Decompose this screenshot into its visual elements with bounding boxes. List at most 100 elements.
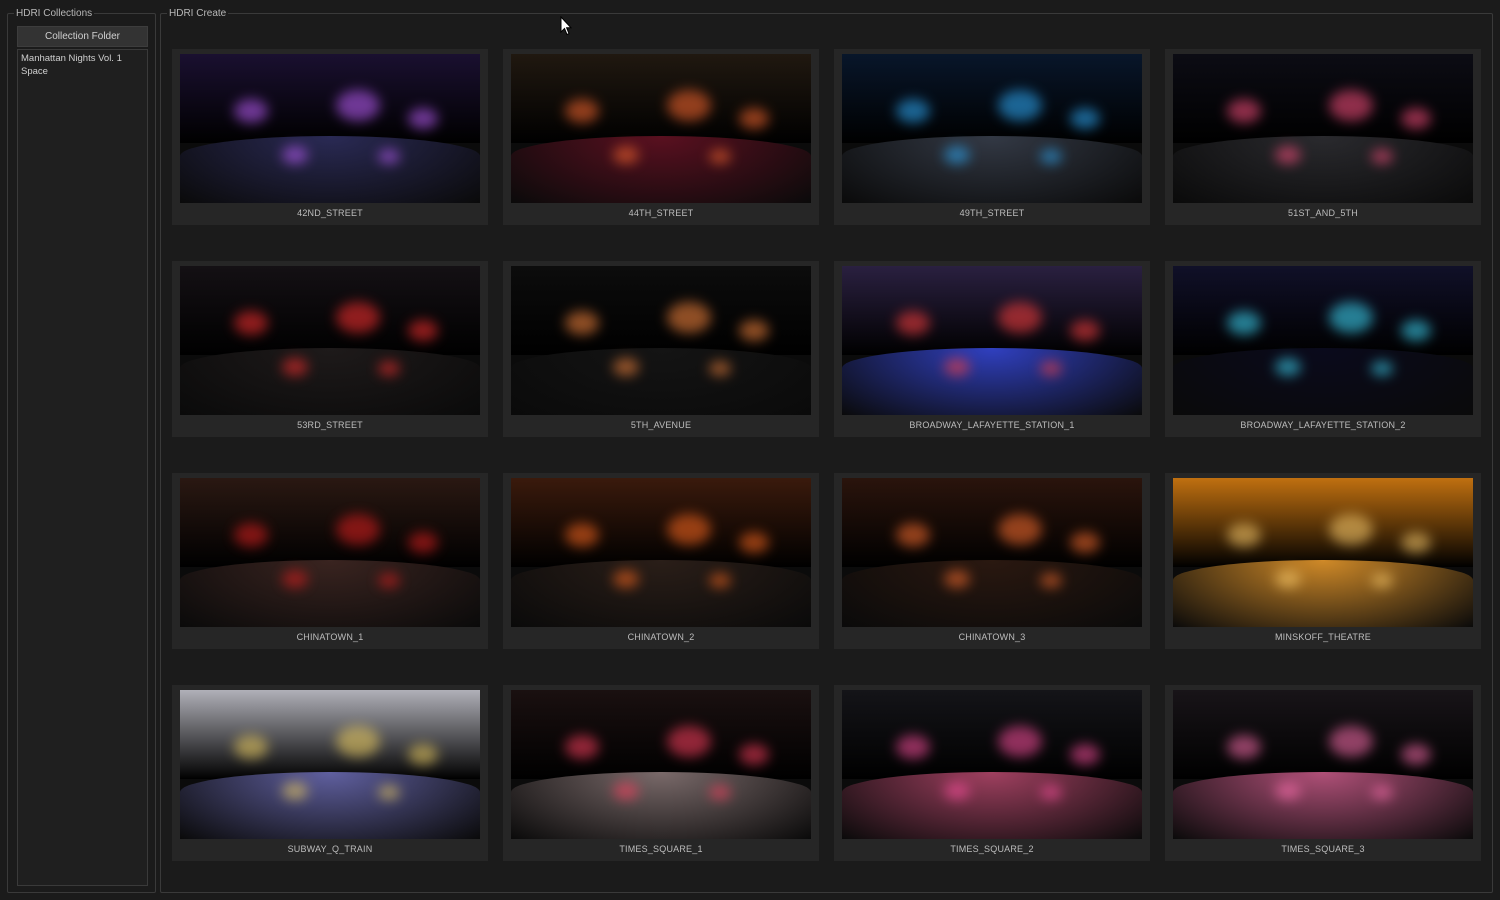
hdri-thumbnail-image[interactable] bbox=[511, 266, 811, 415]
hdri-thumbnail-image[interactable] bbox=[180, 54, 480, 203]
thumbnail-sky bbox=[511, 478, 811, 568]
thumbnail-ground bbox=[842, 135, 1142, 203]
thumbnail-light-glow bbox=[408, 319, 438, 341]
hdri-card-label: BROADWAY_LAFAYETTE_STATION_2 bbox=[1240, 420, 1406, 430]
hdri-card[interactable]: CHINATOWN_1 bbox=[172, 473, 488, 649]
collection-folder-button[interactable]: Collection Folder bbox=[17, 26, 148, 47]
thumbnail-light-glow bbox=[1227, 734, 1261, 759]
hdri-card[interactable]: MINSKOFF_THEATRE bbox=[1165, 473, 1481, 649]
thumbnail-sky bbox=[180, 478, 480, 568]
hdri-card[interactable]: TIMES_SQUARE_3 bbox=[1165, 685, 1481, 861]
hdri-card[interactable]: CHINATOWN_2 bbox=[503, 473, 819, 649]
thumbnail-ground bbox=[842, 771, 1142, 839]
thumbnail-ground bbox=[180, 559, 480, 627]
hdri-card[interactable]: 49TH_STREET bbox=[834, 49, 1150, 225]
hdri-card-label: MINSKOFF_THEATRE bbox=[1274, 632, 1372, 642]
thumbnail-light-glow bbox=[1401, 531, 1431, 553]
collection-item-manhattan-nights[interactable]: Manhattan Nights Vol. 1 bbox=[21, 52, 144, 65]
hdri-card-label: 49TH_STREET bbox=[959, 208, 1025, 218]
hdri-thumbnail-image[interactable] bbox=[180, 478, 480, 627]
hdri-card-label: SUBWAY_Q_TRAIN bbox=[287, 844, 373, 854]
thumbnail-light-glow bbox=[234, 522, 268, 547]
hdri-thumbnail-image[interactable] bbox=[842, 54, 1142, 203]
thumbnail-light-glow bbox=[408, 531, 438, 553]
hdri-thumbnail-image[interactable] bbox=[511, 54, 811, 203]
hdri-thumbnail-image[interactable] bbox=[1173, 266, 1473, 415]
hdri-card-label: BROADWAY_LAFAYETTE_STATION_1 bbox=[909, 420, 1075, 430]
thumbnail-light-glow bbox=[408, 107, 438, 129]
thumbnail-light-glow bbox=[1227, 522, 1261, 547]
create-panel-title: HDRI Create bbox=[167, 7, 229, 21]
thumbnail-ground bbox=[180, 771, 480, 839]
hdri-card[interactable]: BROADWAY_LAFAYETTE_STATION_1 bbox=[834, 261, 1150, 437]
thumbnail-light-glow bbox=[1070, 319, 1100, 341]
thumbnail-sky bbox=[180, 266, 480, 356]
hdri-card[interactable]: TIMES_SQUARE_2 bbox=[834, 685, 1150, 861]
thumbnail-ground bbox=[511, 135, 811, 203]
hdri-thumbnail-image[interactable] bbox=[180, 690, 480, 839]
thumbnail-light-glow bbox=[565, 522, 599, 547]
hdri-card-label: TIMES_SQUARE_2 bbox=[950, 844, 1034, 854]
thumbnail-light-glow bbox=[667, 513, 711, 545]
thumbnail-light-glow bbox=[998, 725, 1042, 757]
thumbnail-ground bbox=[180, 347, 480, 415]
hdri-card-label: 53RD_STREET bbox=[297, 420, 363, 430]
hdri-card-label: TIMES_SQUARE_3 bbox=[1281, 844, 1365, 854]
thumbnail-light-glow bbox=[1070, 107, 1100, 129]
thumbnail-light-glow bbox=[565, 310, 599, 335]
hdri-thumbnail-image[interactable] bbox=[1173, 690, 1473, 839]
hdri-thumbnail-image[interactable] bbox=[1173, 54, 1473, 203]
thumbnail-sky bbox=[1173, 690, 1473, 780]
thumbnail-light-glow bbox=[896, 522, 930, 547]
hdri-thumbnail-image[interactable] bbox=[1173, 478, 1473, 627]
hdri-card[interactable]: 44TH_STREET bbox=[503, 49, 819, 225]
hdri-card-label: CHINATOWN_3 bbox=[958, 632, 1026, 642]
hdri-card[interactable]: 5TH_AVENUE bbox=[503, 261, 819, 437]
thumbnail-sky bbox=[1173, 54, 1473, 144]
hdri-thumbnail-image[interactable] bbox=[511, 690, 811, 839]
hdri-card[interactable]: 42ND_STREET bbox=[172, 49, 488, 225]
thumbnail-sky bbox=[180, 54, 480, 144]
hdri-card[interactable]: CHINATOWN_3 bbox=[834, 473, 1150, 649]
hdri-card[interactable]: SUBWAY_Q_TRAIN bbox=[172, 685, 488, 861]
hdri-card-label: 51ST_AND_5TH bbox=[1288, 208, 1358, 218]
hdri-card-label: 44TH_STREET bbox=[628, 208, 694, 218]
thumbnail-ground bbox=[511, 347, 811, 415]
hdri-create-panel: HDRI Create 42ND_STREET 44TH_STREET 49TH_S… bbox=[160, 7, 1493, 893]
hdri-thumbnail-image[interactable] bbox=[842, 690, 1142, 839]
hdri-card[interactable]: 51ST_AND_5TH bbox=[1165, 49, 1481, 225]
thumbnail-sky bbox=[511, 690, 811, 780]
thumbnail-light-glow bbox=[234, 734, 268, 759]
collection-item-space[interactable]: Space bbox=[21, 65, 144, 78]
hdri-card-label: TIMES_SQUARE_1 bbox=[619, 844, 703, 854]
thumbnail-light-glow bbox=[667, 89, 711, 121]
hdri-card-label: CHINATOWN_2 bbox=[627, 632, 695, 642]
hdri-card-label: CHINATOWN_1 bbox=[296, 632, 364, 642]
hdri-card-label: 42ND_STREET bbox=[297, 208, 363, 218]
thumbnail-light-glow bbox=[565, 98, 599, 123]
hdri-thumbnail-image[interactable] bbox=[842, 478, 1142, 627]
thumbnail-light-glow bbox=[336, 301, 380, 333]
thumbnail-light-glow bbox=[1329, 301, 1373, 333]
thumbnail-light-glow bbox=[667, 725, 711, 757]
thumbnail-ground bbox=[511, 559, 811, 627]
thumbnail-sky bbox=[842, 266, 1142, 356]
thumbnail-light-glow bbox=[739, 743, 769, 765]
hdri-card[interactable]: BROADWAY_LAFAYETTE_STATION_2 bbox=[1165, 261, 1481, 437]
thumbnail-sky bbox=[1173, 478, 1473, 568]
hdri-thumbnail-image[interactable] bbox=[511, 478, 811, 627]
thumbnail-light-glow bbox=[1401, 107, 1431, 129]
thumbnail-light-glow bbox=[1401, 743, 1431, 765]
hdri-thumbnail-image[interactable] bbox=[842, 266, 1142, 415]
thumbnail-light-glow bbox=[1329, 89, 1373, 121]
thumbnail-sky bbox=[842, 690, 1142, 780]
collections-panel-title: HDRI Collections bbox=[14, 7, 95, 21]
collection-list[interactable]: Manhattan Nights Vol. 1 Space bbox=[17, 49, 148, 886]
thumbnail-ground bbox=[511, 771, 811, 839]
hdri-card[interactable]: 53RD_STREET bbox=[172, 261, 488, 437]
hdri-thumbnail-image[interactable] bbox=[180, 266, 480, 415]
thumbnail-light-glow bbox=[1329, 513, 1373, 545]
hdri-collections-panel: HDRI Collections Collection Folder Manha… bbox=[7, 7, 156, 893]
hdri-card[interactable]: TIMES_SQUARE_1 bbox=[503, 685, 819, 861]
thumbnail-sky bbox=[180, 690, 480, 780]
